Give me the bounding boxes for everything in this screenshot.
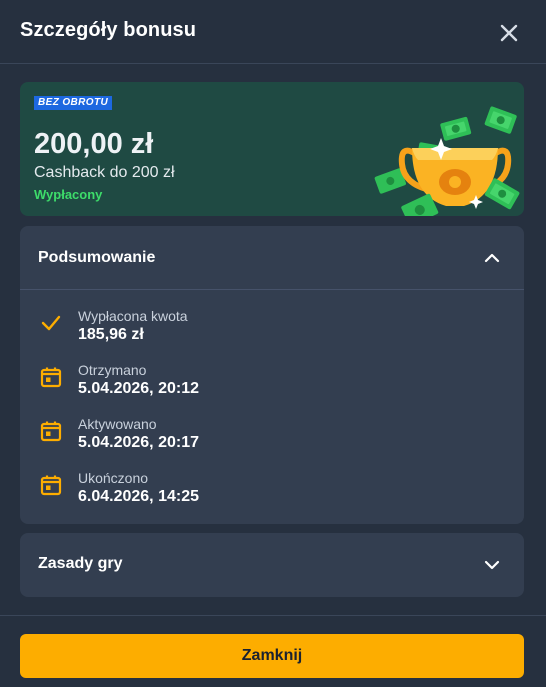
summary-row-received: Otrzymano 5.04.2026, 20:12: [38, 362, 508, 406]
summary-value: 185,96 zł: [78, 326, 144, 343]
summary-row-completed: Ukończono 6.04.2026, 14:25: [38, 470, 508, 514]
close-modal-button[interactable]: Zamknij: [20, 634, 524, 678]
bonus-banner: BEZ OBROTU 200,00 zł Cashback do 200 zł …: [20, 82, 524, 216]
summary-value: 5.04.2026, 20:17: [78, 434, 199, 451]
calendar-icon: [40, 475, 62, 496]
rules-title: Zasady gry: [38, 555, 123, 572]
summary-row-activated: Aktywowano 5.04.2026, 20:17: [38, 416, 508, 460]
close-icon: [500, 24, 518, 42]
footer-divider: [0, 615, 546, 616]
summary-toggle[interactable]: Podsumowanie: [20, 226, 524, 290]
summary-label: Aktywowano: [78, 416, 157, 432]
summary-title: Podsumowanie: [38, 249, 156, 266]
chevron-up-icon: [484, 253, 500, 263]
summary-label: Ukończono: [78, 470, 149, 486]
summary-row-paid-amount: Wypłacona kwota 185,96 zł: [38, 308, 508, 352]
summary-panel: Podsumowanie Wypłacona kwota 185,96 zł O…: [20, 226, 524, 524]
summary-value: 5.04.2026, 20:12: [78, 380, 199, 397]
bonus-name: Cashback do 200 zł: [34, 164, 175, 181]
chevron-down-icon: [484, 560, 500, 570]
modal-title: Szczegóły bonusu: [20, 19, 197, 41]
bonus-amount: 200,00 zł: [34, 128, 154, 160]
bonus-details-modal: Szczegóły bonusu BEZ OBROTU 200,00 zł Ca…: [0, 0, 546, 687]
summary-value: 6.04.2026, 14:25: [78, 488, 199, 505]
modal-header: Szczegóły bonusu: [0, 0, 546, 64]
rules-toggle[interactable]: Zasady gry: [20, 533, 524, 597]
trophy-icon: [374, 106, 520, 216]
bonus-status: Wypłacony: [34, 187, 103, 202]
summary-label: Otrzymano: [78, 362, 147, 378]
no-wagering-badge: BEZ OBROTU: [34, 96, 113, 110]
calendar-icon: [40, 421, 62, 442]
summary-label: Wypłacona kwota: [78, 308, 188, 324]
close-button[interactable]: [494, 18, 524, 48]
calendar-icon: [40, 367, 62, 388]
check-icon: [41, 315, 61, 331]
